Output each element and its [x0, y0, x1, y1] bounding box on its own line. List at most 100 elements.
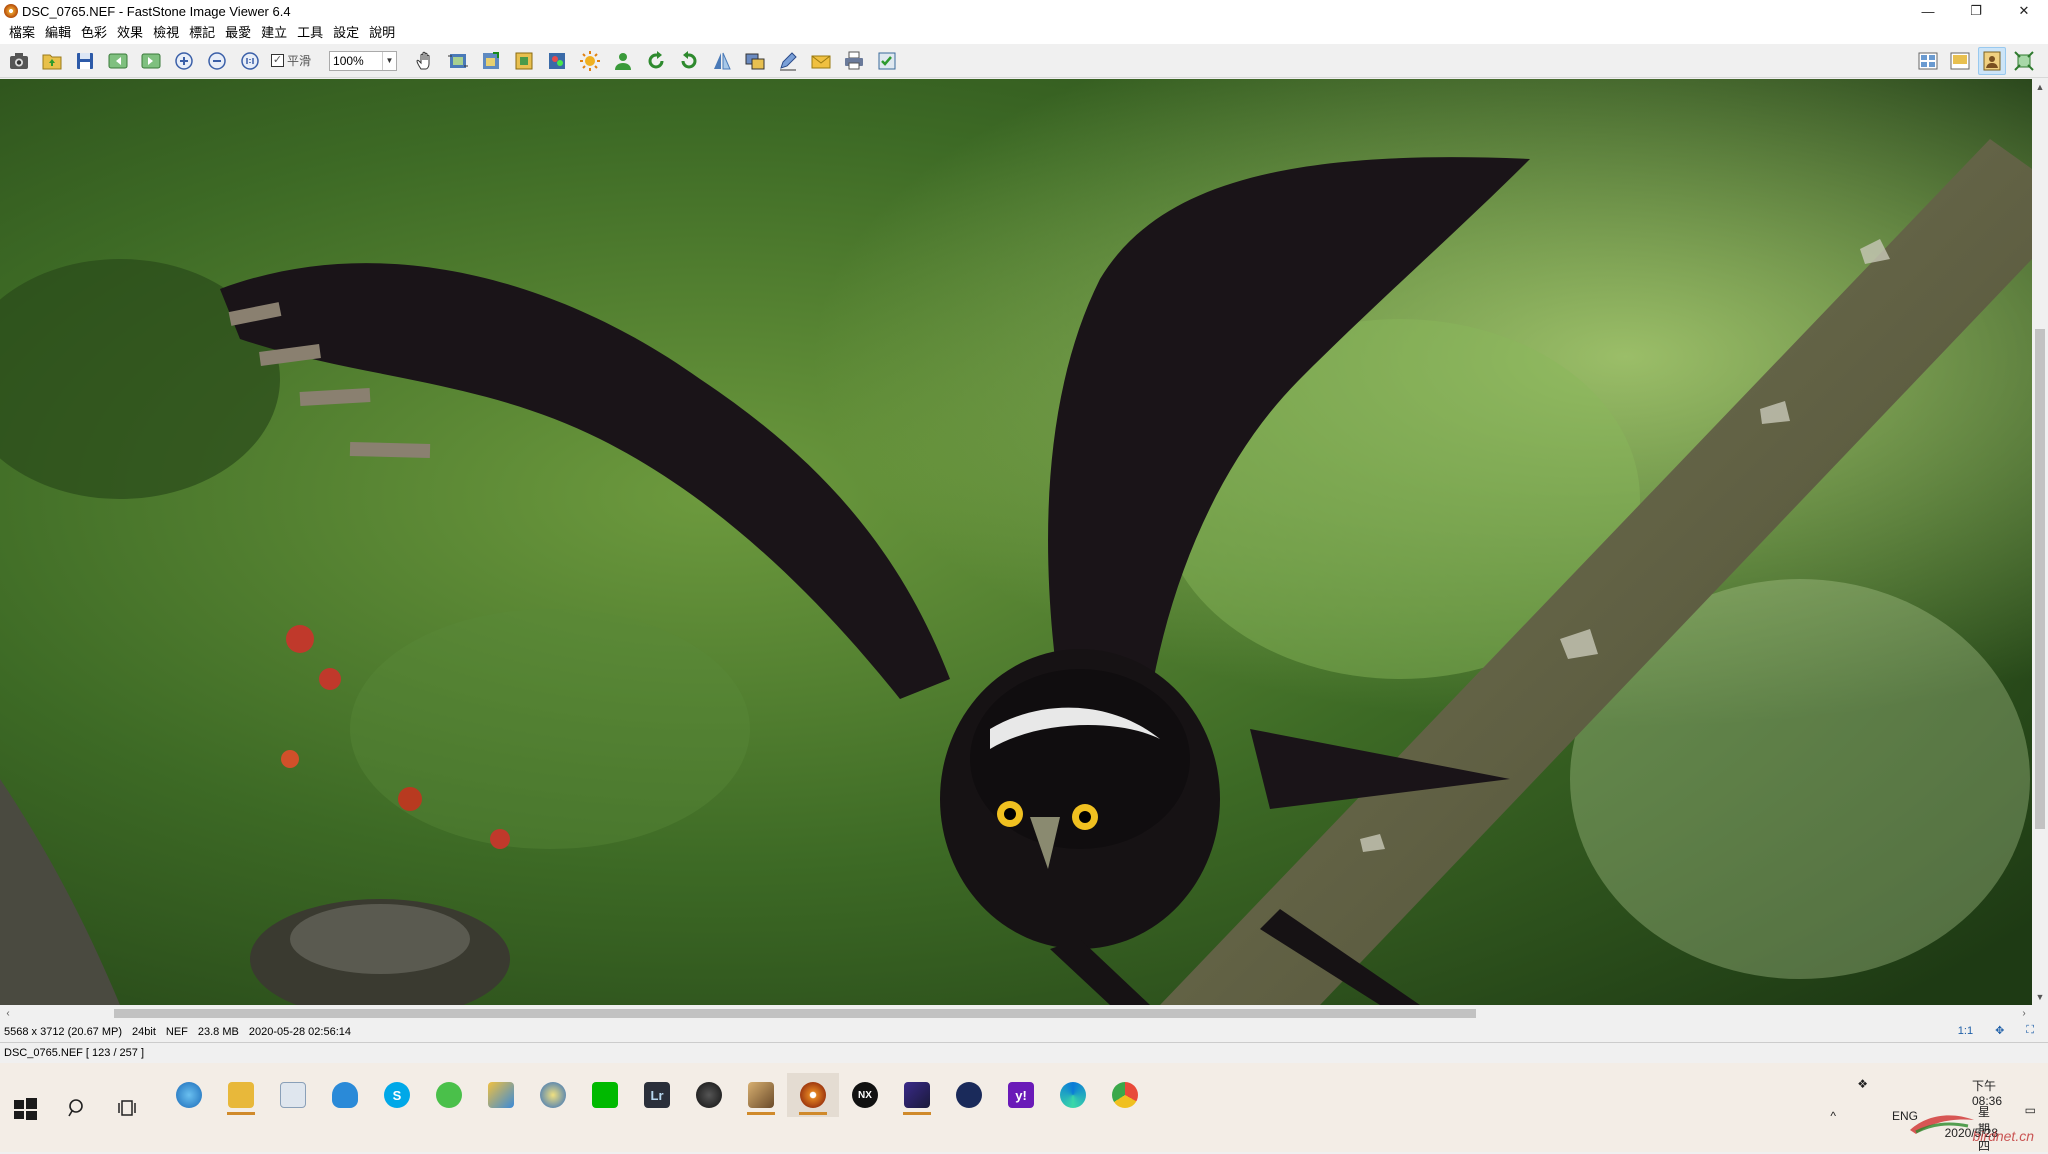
- save-button[interactable]: [71, 47, 99, 75]
- resize-button[interactable]: [477, 47, 505, 75]
- print-button[interactable]: [840, 47, 868, 75]
- zoom-out-button[interactable]: [203, 47, 231, 75]
- smooth-checkbox[interactable]: ✓: [271, 54, 284, 67]
- smooth-option[interactable]: ✓ 平滑: [271, 52, 311, 69]
- taskbar-app-explorer[interactable]: [215, 1073, 267, 1117]
- taskbar-app-browser[interactable]: [527, 1073, 579, 1117]
- taskbar-app-onedrive[interactable]: [319, 1073, 371, 1117]
- flip-icon: [714, 52, 731, 69]
- line-icon: [592, 1082, 618, 1108]
- windows-taskbar: S Lr NX y! ❖ ^ ENG 下午 08:36 星期四 2020/5/2…: [0, 1063, 2048, 1153]
- hand-tool-button[interactable]: [411, 47, 439, 75]
- zoom-select[interactable]: 100% ▼: [329, 50, 398, 71]
- taskbar-app-nx-studio[interactable]: NX: [839, 1073, 891, 1117]
- canvas-size-button[interactable]: [510, 47, 538, 75]
- full-view-button[interactable]: [1978, 47, 2006, 75]
- horizontal-scrollbar[interactable]: ‹ ›: [0, 1005, 2032, 1021]
- taskbar-app-skype[interactable]: S: [371, 1073, 423, 1117]
- rotate-left-button[interactable]: [642, 47, 670, 75]
- taskbar-app-chrome[interactable]: [1099, 1073, 1151, 1117]
- thumbnails-icon: [1918, 52, 1938, 70]
- pan-icon[interactable]: ✥: [1995, 1024, 2004, 1037]
- scroll-down-arrow[interactable]: ▼: [2032, 989, 2048, 1005]
- crop-button[interactable]: [444, 47, 472, 75]
- menu-edit[interactable]: 編輯: [40, 22, 76, 44]
- scrollbar-corner: [2032, 1005, 2048, 1021]
- open-folder-button[interactable]: [38, 47, 66, 75]
- menu-tools[interactable]: 工具: [292, 22, 328, 44]
- menu-view[interactable]: 檢視: [148, 22, 184, 44]
- maximize-button[interactable]: ❐: [1952, 0, 2000, 22]
- menu-file[interactable]: 檔案: [4, 22, 40, 44]
- color-adjust-button[interactable]: [543, 47, 571, 75]
- image-datetime: 2020-05-28 02:56:14: [248, 1025, 352, 1038]
- actual-size-button[interactable]: [236, 47, 264, 75]
- menu-create[interactable]: 建立: [256, 22, 292, 44]
- email-button[interactable]: [807, 47, 835, 75]
- smooth-label: 平滑: [287, 54, 312, 68]
- next-image-button[interactable]: [137, 47, 165, 75]
- vertical-scrollbar[interactable]: ▲ ▼: [2032, 79, 2048, 1005]
- taskbar-app-capture[interactable]: [891, 1073, 943, 1117]
- capture-icon: [904, 1082, 930, 1108]
- preview-view-button[interactable]: [1946, 47, 1974, 75]
- photo-tool-icon: [488, 1082, 514, 1108]
- compare-button[interactable]: [741, 47, 769, 75]
- close-button[interactable]: ✕: [2000, 0, 2048, 22]
- file-position-bar: DSC_0765.NEF [ 123 / 257 ]: [0, 1043, 2048, 1063]
- scroll-left-arrow[interactable]: ‹: [0, 1005, 16, 1021]
- taskbar-app-notepad[interactable]: [267, 1073, 319, 1117]
- menu-colors[interactable]: 色彩: [76, 22, 112, 44]
- zoom-ratio-button[interactable]: 1:1: [1958, 1025, 1973, 1037]
- taskbar-app-line[interactable]: [579, 1073, 631, 1117]
- tray-expand-caret[interactable]: ^: [1830, 1109, 1836, 1123]
- flip-button[interactable]: [708, 47, 736, 75]
- taskbar-app-video[interactable]: [735, 1073, 787, 1117]
- taskbar-app-photo-tool[interactable]: [475, 1073, 527, 1117]
- horizontal-scroll-thumb[interactable]: [114, 1009, 1476, 1018]
- notification-icon[interactable]: ▭: [2025, 1103, 2036, 1117]
- dropbox-icon[interactable]: ❖: [1857, 1077, 1868, 1091]
- zoom-dropdown-arrow[interactable]: ▼: [382, 51, 396, 70]
- preview-icon: [1950, 52, 1970, 70]
- taskbar-app-viewer[interactable]: [683, 1073, 735, 1117]
- previous-image-button[interactable]: [104, 47, 132, 75]
- menu-tag[interactable]: 標記: [184, 22, 220, 44]
- zoom-in-button[interactable]: [170, 47, 198, 75]
- browser-mode-button[interactable]: [5, 47, 33, 75]
- scroll-right-arrow[interactable]: ›: [2016, 1005, 2032, 1021]
- chrome-icon: [1112, 1082, 1138, 1108]
- main-toolbar: ✓ 平滑 100% ▼: [0, 44, 2048, 78]
- faststone-app-icon[interactable]: [4, 4, 18, 18]
- fit-window-icon[interactable]: ⛶: [2026, 1024, 2034, 1037]
- nx-icon: NX: [852, 1082, 878, 1108]
- minimize-button[interactable]: —: [1904, 0, 1952, 22]
- image-info-bar: 5568 x 3712 (20.67 MP) 24bit NEF 23.8 MB…: [0, 1021, 2048, 1043]
- taskbar-app-faststone[interactable]: [787, 1073, 839, 1117]
- task-view-icon[interactable]: [112, 1093, 142, 1123]
- image-viewer[interactable]: [0, 79, 2032, 1005]
- menu-favorites[interactable]: 最愛: [220, 22, 256, 44]
- actual-size-icon: [241, 51, 259, 70]
- rotate-right-button[interactable]: [675, 47, 703, 75]
- taskbar-app-yahoo[interactable]: y!: [995, 1073, 1047, 1117]
- taskbar-app-wechat[interactable]: [423, 1073, 475, 1117]
- taskbar-app-edge[interactable]: [1047, 1073, 1099, 1117]
- windows-start-icon[interactable]: [10, 1093, 40, 1123]
- vertical-scroll-thumb[interactable]: [2035, 329, 2045, 829]
- menu-settings[interactable]: 設定: [328, 22, 364, 44]
- scroll-up-arrow[interactable]: ▲: [2032, 79, 2048, 95]
- taskbar-app-lightroom[interactable]: Lr: [631, 1073, 683, 1117]
- menu-effects[interactable]: 效果: [112, 22, 148, 44]
- taskbar-app-security[interactable]: [943, 1073, 995, 1117]
- taskbar-app-ie[interactable]: [163, 1073, 215, 1117]
- brightness-button[interactable]: [576, 47, 604, 75]
- red-eye-button[interactable]: [609, 47, 637, 75]
- thumbnail-view-button[interactable]: [1914, 47, 1942, 75]
- menu-help[interactable]: 說明: [364, 22, 400, 44]
- fit-screen-button[interactable]: [2010, 47, 2038, 75]
- edge-icon: [1060, 1082, 1086, 1108]
- draw-button[interactable]: [774, 47, 802, 75]
- search-icon[interactable]: [62, 1093, 92, 1123]
- batch-button[interactable]: [873, 47, 901, 75]
